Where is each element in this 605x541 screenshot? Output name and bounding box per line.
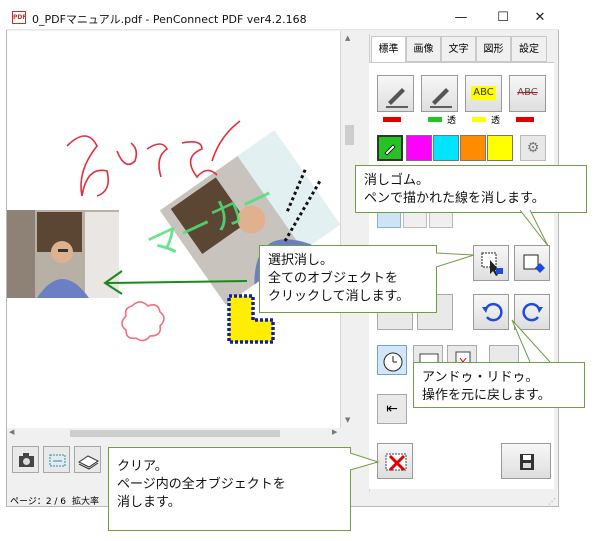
abc-strike-label: ABC [517,87,538,98]
undo-icon [482,302,503,322]
callout-text: クリックして消します。 [268,289,410,304]
clear-page-icon [385,453,407,472]
dotted-line [283,180,322,242]
handwriting-stroke [146,143,169,178]
color-swatch-orange[interactable] [460,135,486,161]
color-swatch-green[interactable] [377,135,403,161]
select-cursor-icon [481,252,503,276]
horizontal-scroll-thumb[interactable] [70,430,280,437]
pen-color-indicator [383,117,401,122]
pdf-app-icon: PDF [12,11,26,24]
scroll-left-icon[interactable]: ◀ [9,428,14,436]
handwriting-stroke [211,120,241,162]
select-tool-button[interactable] [473,245,509,281]
camera-icon [19,453,34,467]
vertical-scroll-thumb[interactable] [345,125,354,145]
scroll-right-icon[interactable]: ▶ [332,428,337,436]
document-button[interactable] [74,446,101,473]
callout-pointer [511,319,551,363]
marker-color-indicator [428,117,442,122]
callout-eraser: 消しゴム。 ペンで描かれた線を消します。 [355,165,587,213]
text-highlight-button[interactable]: ABC [465,75,502,112]
timer-button[interactable] [377,345,407,375]
camera-button[interactable] [12,446,39,473]
callout-clear: クリア。 ページ内の全オブジェクトを 消します。 [108,447,351,531]
callout-text: ペンで描かれた線を消します。 [364,191,545,206]
strikethrough-button[interactable]: ABC [509,75,546,112]
window-title: 0_PDFマニュアル.pdf - PenConnect PDF ver4.2.1… [32,13,307,26]
pen-selected-icon [384,144,396,156]
callout-text: ページ内の全オブジェクトを [117,477,286,492]
vertical-scrollbar[interactable] [342,31,357,428]
timer-icon [383,352,403,372]
status-page: ページ：2 / 6 [10,497,67,507]
tab-text[interactable]: 文字 [441,36,476,62]
callout-text: クリア。 [117,459,168,474]
callout-text: 消します。 [117,495,181,510]
annotation-layer: マーカー [66,120,322,344]
color-swatch-yellow[interactable] [487,135,513,161]
callout-undo-redo: アンドゥ・リドゥ。 操作を元に戻します。 [413,362,585,408]
callout-text: 消しゴム。 [364,173,430,188]
capture-icon [49,454,66,467]
clear-button[interactable] [377,443,413,479]
capture-button[interactable] [43,446,70,473]
strike-color-indicator [516,117,534,122]
callout-text: アンドゥ・リドゥ。 [422,370,539,385]
transparent-label: 透 [491,116,501,126]
tab-image[interactable]: 画像 [406,36,441,62]
callout-text: 操作を元に戻します。 [422,388,551,403]
scroll-down-icon[interactable]: ▼ [345,416,350,424]
callout-text: 選択消し。 [268,253,334,268]
color-swatch-cyan[interactable] [433,135,459,161]
callout-pointer [520,210,549,247]
color-settings-gear-icon[interactable]: ⚙ [520,135,546,161]
document-stack-icon [78,455,99,470]
handwriting-stroke [116,142,138,166]
tab-standard[interactable]: 標準 [371,36,406,63]
close-button[interactable]: ✕ [527,8,553,28]
tab-shape[interactable]: 図形 [476,36,511,62]
marker-pen-button[interactable] [421,75,458,112]
first-page-icon[interactable]: ⇤ [377,394,407,424]
save-disk-icon [520,454,534,470]
arrow-line [106,280,248,284]
callout-text: 全てのオブジェクトを [268,271,399,286]
scroll-up-icon[interactable]: ▲ [345,34,350,42]
callout-pointer [350,452,380,471]
transparent-label: 透 [447,116,457,126]
select-erase-icon [523,254,545,273]
cloud-shape [121,301,165,342]
minimize-button[interactable]: — [448,8,474,28]
abc-highlight-label: ABC [471,86,496,100]
highlight-color-indicator [472,117,486,122]
pen-button[interactable] [377,75,414,112]
dotted-line [286,168,307,212]
undo-button[interactable] [473,294,509,330]
color-swatch-magenta[interactable] [406,135,432,161]
select-erase-button[interactable] [514,245,550,281]
resize-grip-icon[interactable]: ⋰ [548,497,556,506]
handwriting-stroke [66,135,110,197]
tab-settings[interactable]: 設定 [511,36,547,62]
status-zoom: 拡大率 [72,497,100,507]
callout-select-erase: 選択消し。 全てのオブジェクトを クリックして消します。 [259,245,437,313]
pen-icon [386,88,408,108]
callout-pointer [436,252,475,268]
save-button[interactable] [501,443,551,479]
marker-pen-icon [430,88,452,108]
maximize-button[interactable]: ☐ [490,8,516,28]
